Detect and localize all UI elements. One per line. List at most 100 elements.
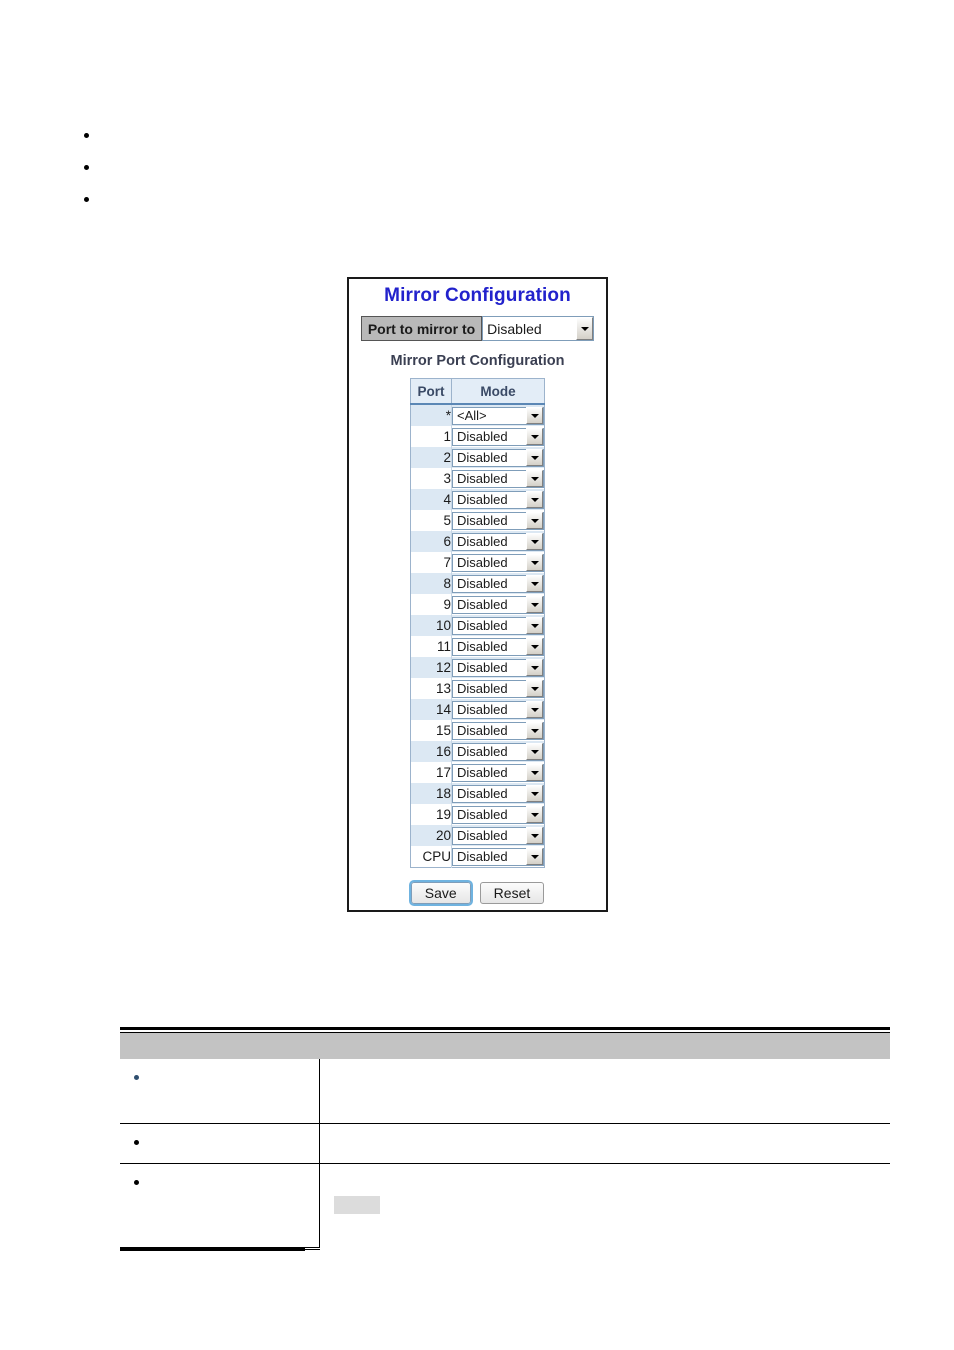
mode-select[interactable]: Disabled [452, 511, 544, 530]
mode-select[interactable]: Disabled [452, 574, 544, 593]
mode-select[interactable]: Disabled [452, 532, 544, 551]
chevron-down-icon[interactable] [526, 722, 543, 739]
button-row: Save Reset [349, 880, 606, 906]
chevron-down-icon[interactable] [526, 848, 543, 865]
reset-button[interactable]: Reset [479, 882, 545, 904]
chevron-down-icon[interactable] [526, 827, 543, 844]
mode-select[interactable]: <All> [452, 406, 544, 425]
mode-select-value: Disabled [457, 849, 508, 864]
mode-cell: Disabled [451, 678, 545, 699]
list-item [78, 120, 778, 152]
mode-select-value: Disabled [457, 597, 508, 612]
table-row: 14 Disabled [410, 699, 545, 720]
mode-cell: Disabled [451, 573, 545, 594]
mode-cell: Disabled [451, 846, 545, 868]
mode-select[interactable]: Disabled [452, 742, 544, 761]
mode-select[interactable]: Disabled [452, 553, 544, 572]
port-cell: 4 [410, 489, 452, 510]
mode-select[interactable]: Disabled [452, 427, 544, 446]
table-bottom-rule [120, 1248, 305, 1251]
mode-select-value: Disabled [457, 534, 508, 549]
mode-select-value: Disabled [457, 765, 508, 780]
mode-cell: Disabled [451, 615, 545, 636]
mirror-configuration-panel: Mirror Configuration Port to mirror to D… [347, 277, 608, 912]
bullet-icon [134, 1075, 139, 1081]
column-header-description [319, 1032, 890, 1059]
mode-cell: Disabled [451, 552, 545, 573]
chevron-down-icon[interactable] [526, 512, 543, 529]
port-cell: 20 [410, 825, 452, 846]
chevron-down-icon[interactable] [526, 806, 543, 823]
mode-select[interactable]: Disabled [452, 658, 544, 677]
mode-select-value: Disabled [457, 471, 508, 486]
top-bullet-list [78, 120, 778, 216]
port-cell: 13 [410, 678, 452, 699]
chevron-down-icon[interactable] [526, 533, 543, 550]
mode-select[interactable]: Disabled [452, 469, 544, 488]
mode-select-value: Disabled [457, 639, 508, 654]
chevron-down-icon[interactable] [526, 659, 543, 676]
chevron-down-icon[interactable] [526, 701, 543, 718]
mode-select[interactable]: Disabled [452, 700, 544, 719]
chevron-down-icon[interactable] [526, 785, 543, 802]
mode-select[interactable]: Disabled [452, 595, 544, 614]
chevron-down-icon[interactable] [526, 449, 543, 466]
chevron-down-icon[interactable] [526, 743, 543, 760]
mode-cell: Disabled [451, 426, 545, 447]
mode-select[interactable]: Disabled [452, 637, 544, 656]
description-table [120, 1027, 890, 1250]
table-row [120, 1163, 890, 1250]
mode-cell: Disabled [451, 762, 545, 783]
chevron-down-icon[interactable] [526, 470, 543, 487]
mode-cell: Disabled [451, 657, 545, 678]
port-cell: 15 [410, 720, 452, 741]
chevron-down-icon[interactable] [526, 575, 543, 592]
chevron-down-icon[interactable] [526, 680, 543, 697]
mode-select-value: Disabled [457, 513, 508, 528]
port-cell: 10 [410, 615, 452, 636]
port-to-mirror-to-label: Port to mirror to [360, 316, 483, 341]
port-cell: 14 [410, 699, 452, 720]
chevron-down-icon[interactable] [526, 554, 543, 571]
mode-select-value: Disabled [457, 618, 508, 633]
port-cell: * [410, 404, 452, 426]
port-cell: 11 [410, 636, 452, 657]
chevron-down-icon[interactable] [526, 617, 543, 634]
mode-select[interactable]: Disabled [452, 679, 544, 698]
mode-select[interactable]: Disabled [452, 847, 544, 866]
mode-cell: Disabled [451, 741, 545, 762]
chevron-down-icon[interactable] [526, 407, 543, 424]
chevron-down-icon[interactable] [526, 491, 543, 508]
port-cell: 5 [410, 510, 452, 531]
section-title: Mirror Port Configuration [390, 353, 565, 369]
table-row: 13 Disabled [410, 678, 545, 699]
mode-select[interactable]: Disabled [452, 763, 544, 782]
mode-select[interactable]: Disabled [452, 826, 544, 845]
mode-select[interactable]: Disabled [452, 490, 544, 509]
mode-select[interactable]: Disabled [452, 721, 544, 740]
port-to-mirror-to-select[interactable]: Disabled [482, 316, 595, 341]
mode-select-value: Disabled [457, 702, 508, 717]
table-row: 2 Disabled [410, 447, 545, 468]
chevron-down-icon[interactable] [526, 638, 543, 655]
mirror-port-table: Port Mode * <All> 1 Disabled 2 Disabled 3 Disab… [410, 378, 545, 868]
mode-select[interactable]: Disabled [452, 616, 544, 635]
mode-select-value: Disabled [457, 429, 508, 444]
mode-select[interactable]: Disabled [452, 448, 544, 467]
chevron-down-icon[interactable] [526, 596, 543, 613]
mode-select-value: Disabled [457, 828, 508, 843]
chevron-down-icon[interactable] [576, 317, 594, 340]
port-cell: 2 [410, 447, 452, 468]
bullet-icon [134, 1139, 139, 1145]
port-cell: 9 [410, 594, 452, 615]
chevron-down-icon[interactable] [526, 764, 543, 781]
mode-select-value: Disabled [457, 744, 508, 759]
mode-select[interactable]: Disabled [452, 805, 544, 824]
save-button[interactable]: Save [408, 880, 473, 906]
chevron-down-icon[interactable] [526, 428, 543, 445]
port-cell: 3 [410, 468, 452, 489]
mode-select-value: Disabled [457, 723, 508, 738]
mode-select[interactable]: Disabled [452, 784, 544, 803]
table-row: 5 Disabled [410, 510, 545, 531]
mode-select-value: Disabled [457, 786, 508, 801]
